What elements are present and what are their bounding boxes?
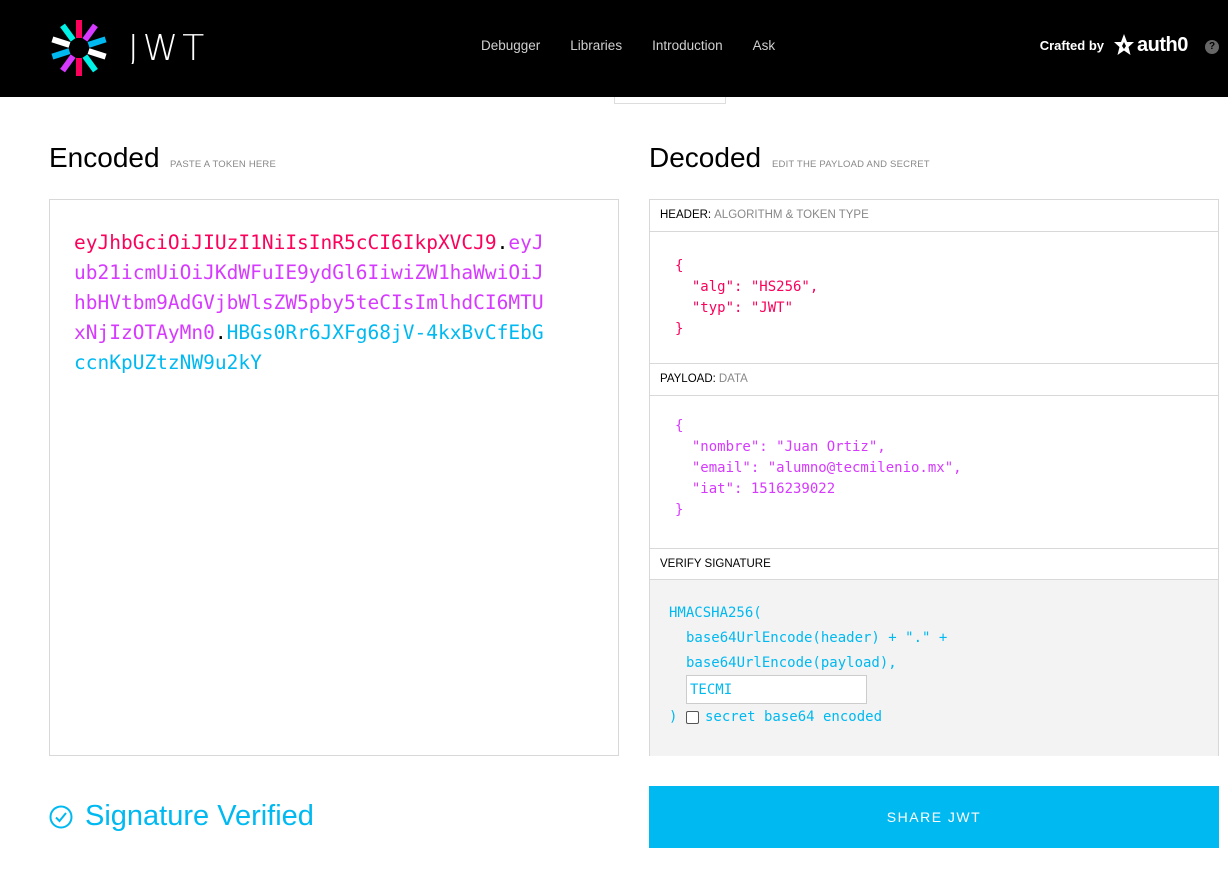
- header-json-editor[interactable]: { "alg": "HS256", "typ": "JWT" }: [650, 232, 1218, 364]
- encoded-subtitle: PASTE A TOKEN HERE: [170, 159, 277, 170]
- payload-json-editor[interactable]: { "nombre": "Juan Ortiz", "email": "alum…: [650, 396, 1218, 549]
- nav-libraries[interactable]: Libraries: [570, 38, 622, 53]
- payload-sublabel: DATA: [718, 373, 748, 385]
- token-dot: .: [496, 231, 509, 254]
- payload-section-label: PAYLOAD: DATA: [650, 364, 1218, 396]
- help-icon[interactable]: ?: [1205, 40, 1219, 54]
- header-sublabel: ALGORITHM & TOKEN TYPE: [714, 209, 869, 221]
- token-header-part: eyJhbGciOiJIUzI1NiIsInR5cCI6IkpXVCJ9: [74, 231, 497, 254]
- nav-ask[interactable]: Ask: [753, 38, 776, 53]
- auth0-star-icon: [1114, 34, 1134, 55]
- verify-header-line: base64UrlEncode(header) + "." +: [686, 630, 948, 646]
- encoded-token[interactable]: eyJhbGciOiJIUzI1NiIsInR5cCI6IkpXVCJ9.eyJ…: [74, 228, 554, 378]
- auth0-text: auth0: [1137, 33, 1188, 56]
- jwt-wordmark-text: JWT: [128, 30, 208, 64]
- verify-section-label: VERIFY SIGNATURE: [650, 549, 1218, 580]
- decoded-panel: HEADER: ALGORITHM & TOKEN TYPE { "alg": "…: [649, 199, 1219, 756]
- nav-introduction[interactable]: Introduction: [652, 38, 723, 53]
- auth0-logo[interactable]: auth0: [1113, 33, 1188, 57]
- jwt-wordmark: JWT: [128, 30, 208, 64]
- verify-payload-line: base64UrlEncode(payload),: [686, 655, 897, 671]
- header-label: HEADER:: [660, 209, 712, 221]
- crafted-by-label: Crafted by: [1039, 38, 1104, 53]
- verify-func-line: HMACSHA256(: [669, 605, 762, 621]
- nav-debugger[interactable]: Debugger: [481, 38, 540, 53]
- decoded-subtitle: EDIT THE PAYLOAD AND SECRET: [772, 159, 930, 170]
- share-jwt-button[interactable]: SHARE JWT: [649, 786, 1219, 848]
- jwt-logo-icon: [51, 20, 107, 76]
- header-json[interactable]: { "alg": "HS256", "typ": "JWT" }: [675, 256, 818, 340]
- header-section-label: HEADER: ALGORITHM & TOKEN TYPE: [650, 200, 1218, 232]
- jwt-logo[interactable]: [49, 18, 109, 78]
- top-navbar: JWT Debugger Libraries Introduction Ask …: [0, 0, 1228, 97]
- encoded-title: Encoded: [49, 142, 160, 173]
- dropdown-tab[interactable]: [614, 97, 726, 104]
- payload-json[interactable]: { "nombre": "Juan Ortiz", "email": "alum…: [675, 416, 962, 521]
- verify-signature-area: HMACSHA256( base64UrlEncode(header) + ".…: [650, 580, 1218, 756]
- verify-label: VERIFY SIGNATURE: [660, 558, 771, 570]
- secret-base64-checkbox[interactable]: [686, 711, 699, 724]
- signature-status: Signature Verified: [49, 800, 314, 833]
- payload-label: PAYLOAD:: [660, 373, 716, 385]
- secret-input[interactable]: [686, 675, 867, 704]
- check-circle-icon: [49, 805, 73, 828]
- signature-status-text: Signature Verified: [85, 800, 314, 832]
- secret-base64-label[interactable]: secret base64 encoded: [705, 709, 882, 725]
- decoded-title: Decoded: [649, 142, 762, 173]
- encoded-token-editor[interactable]: eyJhbGciOiJIUzI1NiIsInR5cCI6IkpXVCJ9.eyJ…: [49, 199, 619, 756]
- token-dot: .: [214, 321, 227, 344]
- verify-close-paren: ): [669, 709, 678, 725]
- main-nav: Debugger Libraries Introduction Ask: [481, 38, 805, 53]
